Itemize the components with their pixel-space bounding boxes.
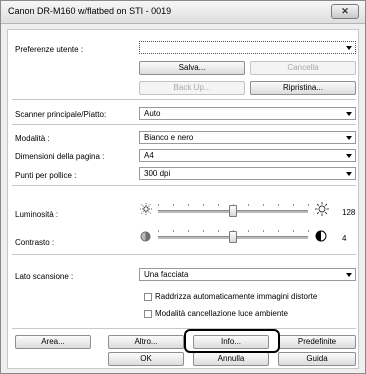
- slider-tick: [263, 204, 264, 206]
- brightness-slider-thumb[interactable]: [229, 205, 237, 217]
- chevron-down-icon: [346, 172, 352, 176]
- slider-tick: [278, 230, 279, 232]
- contrast-slider-thumb[interactable]: [229, 231, 237, 243]
- contrast-low-icon: [140, 231, 151, 242]
- dpi-select[interactable]: 300 dpi: [139, 167, 356, 180]
- close-icon: ✕: [341, 6, 349, 16]
- slider-tick: [248, 204, 249, 206]
- page-size-label: Dimensioni della pagina :: [15, 152, 105, 161]
- divider: [12, 328, 356, 329]
- delete-settings-button[interactable]: Cancella: [250, 61, 356, 75]
- ok-button[interactable]: OK: [108, 352, 184, 366]
- slider-tick: [188, 230, 189, 232]
- chevron-down-icon: [346, 273, 352, 277]
- slider-tick: [158, 230, 159, 232]
- user-settings-label: Preferenze utente :: [15, 45, 84, 54]
- scanner-value: Auto: [144, 109, 161, 118]
- other-button[interactable]: Altro...: [108, 335, 184, 349]
- user-settings-select[interactable]: [139, 41, 356, 54]
- slider-tick: [188, 204, 189, 206]
- brightness-value: 128: [342, 208, 356, 217]
- page-size-value: A4: [144, 151, 154, 160]
- slider-tick: [278, 204, 279, 206]
- restore-settings-button[interactable]: Ripristina...: [250, 81, 356, 95]
- contrast-label: Contrasto :: [15, 238, 55, 247]
- brightness-high-icon: [315, 202, 329, 216]
- backup-settings-button[interactable]: Back Up...: [139, 81, 245, 95]
- slider-tick: [173, 230, 174, 232]
- slider-tick: [218, 204, 219, 206]
- close-button[interactable]: ✕: [331, 4, 359, 19]
- divider: [12, 185, 356, 186]
- mode-label: Modalità :: [15, 134, 50, 143]
- scan-side-select[interactable]: Una facciata: [139, 268, 356, 281]
- chevron-down-icon: [346, 46, 352, 50]
- chevron-down-icon: [346, 154, 352, 158]
- window-title: Canon DR-M160 w/flatbed on STI - 0019: [8, 6, 172, 16]
- title-bar: Canon DR-M160 w/flatbed on STI - 0019 ✕: [1, 1, 365, 24]
- slider-tick: [308, 204, 309, 206]
- cancel-button[interactable]: Annulla: [193, 352, 269, 366]
- dpi-label: Punti per pollice :: [15, 171, 77, 180]
- divider: [12, 124, 356, 125]
- scanner-select[interactable]: Auto: [139, 107, 356, 120]
- area-button[interactable]: Area...: [15, 335, 91, 349]
- dropout-checkbox[interactable]: [144, 310, 152, 318]
- dpi-value: 300 dpi: [144, 169, 171, 178]
- page-size-select[interactable]: A4: [139, 149, 356, 162]
- mode-value: Bianco e nero: [144, 133, 194, 142]
- slider-tick: [173, 204, 174, 206]
- brightness-low-icon: [140, 203, 152, 215]
- info-button-highlight: [184, 329, 280, 353]
- brightness-label: Luminosità :: [15, 210, 59, 219]
- slider-tick: [293, 204, 294, 206]
- slider-tick: [203, 204, 204, 206]
- help-button[interactable]: Guida: [278, 352, 356, 366]
- scan-side-label: Lato scansione :: [15, 272, 74, 281]
- defaults-button[interactable]: Predefinite: [278, 335, 356, 349]
- slider-tick: [158, 204, 159, 206]
- scanner-label: Scanner principale/Piatto:: [15, 110, 107, 119]
- slider-tick: [248, 230, 249, 232]
- scan-side-value: Una facciata: [144, 270, 189, 279]
- deskew-checkbox[interactable]: [144, 293, 152, 301]
- slider-tick: [263, 230, 264, 232]
- chevron-down-icon: [346, 112, 352, 116]
- divider: [12, 99, 356, 100]
- slider-tick: [293, 230, 294, 232]
- slider-tick: [308, 230, 309, 232]
- chevron-down-icon: [346, 136, 352, 140]
- contrast-value: 4: [342, 234, 347, 243]
- dialog-body: Preferenze utente : Salva... Cancella Ba…: [7, 29, 359, 369]
- deskew-label: Raddrizza automaticamente immagini disto…: [155, 292, 318, 301]
- dropout-label: Modalità cancellazione luce ambiente: [155, 309, 288, 318]
- contrast-high-icon: [315, 230, 327, 242]
- save-settings-button[interactable]: Salva...: [139, 61, 245, 75]
- divider: [12, 254, 356, 255]
- scanner-settings-dialog: Canon DR-M160 w/flatbed on STI - 0019 ✕ …: [0, 0, 366, 374]
- slider-tick: [218, 230, 219, 232]
- mode-select[interactable]: Bianco e nero: [139, 131, 356, 144]
- slider-tick: [203, 230, 204, 232]
